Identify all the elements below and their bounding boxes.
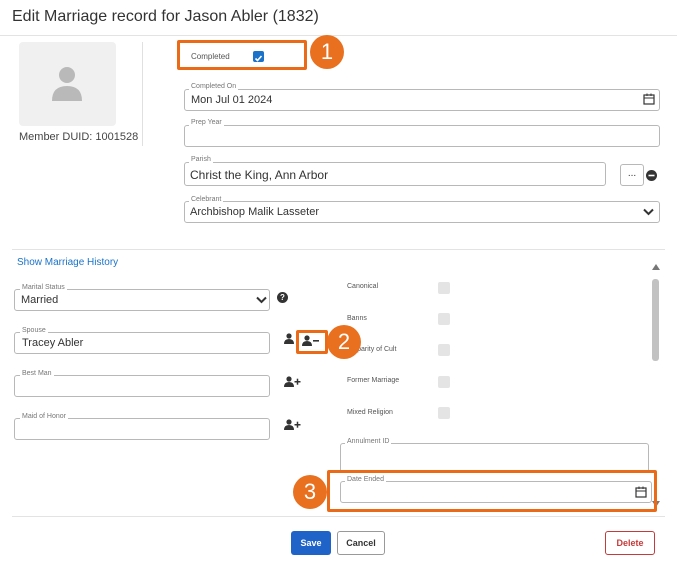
callout-badge-1: 1 bbox=[310, 35, 344, 69]
dialog-title: Edit Marriage record for Jason Abler (18… bbox=[12, 8, 319, 25]
completed-on-label: Completed On bbox=[189, 83, 239, 90]
celebrant-value: Archbishop Malik Lasseter bbox=[190, 206, 320, 218]
column-divider bbox=[142, 42, 143, 146]
check-label-former-marriage: Former Marriage bbox=[347, 377, 400, 384]
parish-value: Christ the King, Ann Arbor bbox=[190, 168, 329, 182]
former-marriage-checkbox[interactable] bbox=[438, 376, 450, 388]
celebrant-label: Celebrant bbox=[189, 196, 224, 203]
user-silhouette-icon bbox=[52, 67, 82, 101]
disparity-of-cult-checkbox[interactable] bbox=[438, 344, 450, 356]
spouse-value: Tracey Abler bbox=[22, 337, 84, 349]
callout-box-date-ended bbox=[327, 470, 657, 512]
show-marriage-history-link[interactable]: Show Marriage History bbox=[17, 257, 118, 268]
save-button[interactable]: Save bbox=[291, 531, 331, 555]
best-man-label: Best Man bbox=[20, 370, 54, 377]
prep-year-label: Prep Year bbox=[189, 119, 224, 126]
header-divider bbox=[0, 35, 677, 36]
section-divider bbox=[12, 249, 665, 250]
check-label-canonical: Canonical bbox=[347, 283, 379, 290]
parish-browse-button[interactable]: ... bbox=[620, 164, 644, 186]
callout-box-completed bbox=[177, 40, 307, 70]
scroll-up-icon[interactable] bbox=[652, 264, 660, 270]
avatar bbox=[19, 42, 116, 126]
delete-button[interactable]: Delete bbox=[605, 531, 655, 555]
callout-badge-2: 2 bbox=[327, 325, 361, 359]
cancel-button[interactable]: Cancel bbox=[337, 531, 385, 555]
callout-badge-3: 3 bbox=[293, 475, 327, 509]
check-label-banns: Banns bbox=[347, 315, 367, 322]
person-icon[interactable] bbox=[284, 333, 296, 344]
add-person-icon[interactable] bbox=[284, 419, 301, 430]
annulment-id-label: Annulment ID bbox=[345, 438, 392, 445]
footer-divider bbox=[12, 516, 665, 517]
calendar-icon[interactable] bbox=[643, 93, 655, 105]
maid-of-honor-field[interactable] bbox=[14, 418, 270, 440]
add-person-icon[interactable] bbox=[284, 376, 301, 387]
callout-box-remove-spouse bbox=[296, 330, 328, 354]
marital-status-value: Married bbox=[21, 294, 59, 306]
member-duid: Member DUID: 1001528 bbox=[19, 131, 139, 143]
annulment-id-field[interactable] bbox=[340, 443, 649, 473]
maid-of-honor-label: Maid of Honor bbox=[20, 413, 68, 420]
best-man-field[interactable] bbox=[14, 375, 270, 397]
help-icon[interactable]: ? bbox=[277, 292, 288, 303]
chevron-down-icon bbox=[643, 208, 654, 216]
prep-year-field[interactable] bbox=[184, 125, 660, 147]
spouse-label: Spouse bbox=[20, 327, 48, 334]
banns-checkbox[interactable] bbox=[438, 313, 450, 325]
parish-label: Parish bbox=[189, 156, 213, 163]
canonical-checkbox[interactable] bbox=[438, 282, 450, 294]
check-label-mixed-religion: Mixed Religion bbox=[347, 409, 393, 416]
mixed-religion-checkbox[interactable] bbox=[438, 407, 450, 419]
marital-status-label: Marital Status bbox=[20, 284, 67, 291]
chevron-down-icon bbox=[256, 296, 267, 304]
scrollbar-thumb[interactable] bbox=[652, 279, 659, 361]
remove-circle-icon[interactable] bbox=[646, 170, 657, 181]
completed-on-value: Mon Jul 01 2024 bbox=[191, 94, 273, 106]
